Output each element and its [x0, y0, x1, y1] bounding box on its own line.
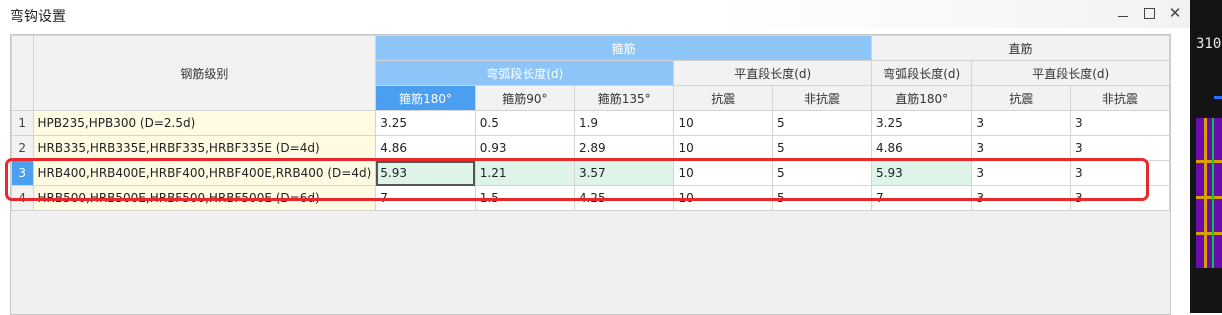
grade-cell[interactable]: HPB235,HPB300 (D=2.5d) [32, 110, 377, 136]
table-row[interactable]: 4 HRB500,HRB500E,HRBF500,HRBF500E (D=6d)… [11, 185, 1170, 211]
nonseismic-cell[interactable]: 5 [772, 110, 872, 136]
header-row-1: 钢筋级别 箍筋 直筋 [11, 35, 1170, 111]
stirrup-flat-header[interactable]: 平直段长度(d) [673, 60, 872, 86]
stirrup-90-cell[interactable]: 0.93 [474, 135, 575, 161]
background-app: 310 [1190, 0, 1222, 313]
stirrup-180-header[interactable]: 箍筋180° [375, 85, 476, 111]
seismic-cell[interactable]: 10 [673, 110, 774, 136]
close-icon: ✕ [1168, 3, 1182, 22]
straight-group-header[interactable]: 直筋 [871, 35, 1170, 61]
hook-settings-dialog: 弯钩设置 ✕ 钢筋级别 箍筋 直筋 弯弧段长度(d) 平直段长度(d) 弯弧段长… [0, 0, 1190, 315]
stirrup-90-cell[interactable]: 1.5 [474, 185, 575, 211]
stirrup-90-header[interactable]: 箍筋90° [474, 85, 575, 111]
stirrup-180-cell[interactable]: 5.93 [375, 160, 476, 186]
background-line [1196, 232, 1222, 235]
seismic-header[interactable]: 抗震 [673, 85, 774, 111]
straight-seismic-cell[interactable]: 3 [971, 185, 1071, 211]
title-bar[interactable]: 弯钩设置 ✕ [0, 0, 1190, 28]
maximize-button[interactable] [1137, 2, 1161, 24]
window-title: 弯钩设置 [10, 9, 66, 25]
minimize-icon [1118, 15, 1128, 17]
background-line [1196, 196, 1222, 199]
grade-header[interactable]: 钢筋级别 [32, 35, 377, 111]
straight-flat-header[interactable]: 平直段长度(d) [971, 60, 1170, 86]
row-number[interactable]: 2 [11, 135, 34, 161]
stirrup-90-cell[interactable]: 1.21 [474, 160, 575, 186]
minimize-button[interactable] [1111, 2, 1135, 24]
straight-180-cell[interactable]: 4.86 [870, 135, 973, 161]
stirrup-135-cell[interactable]: 1.9 [573, 110, 675, 136]
background-line [1212, 118, 1214, 268]
stirrup-135-cell[interactable]: 2.89 [573, 135, 675, 161]
straight-nonseismic-header[interactable]: 非抗震 [1069, 85, 1170, 111]
straight-nonseismic-cell[interactable]: 3 [1069, 185, 1170, 211]
straight-nonseismic-cell[interactable]: 3 [1069, 135, 1170, 161]
stirrup-180-cell[interactable]: 4.86 [375, 135, 476, 161]
stirrup-180-cell[interactable]: 7 [375, 185, 476, 211]
nonseismic-cell[interactable]: 5 [772, 160, 872, 186]
background-line [1204, 118, 1207, 268]
seismic-cell[interactable]: 10 [673, 160, 774, 186]
background-number: 310 [1196, 36, 1222, 52]
grade-cell[interactable]: HRB400,HRB400E,HRBF400,HRBF400E,RRB400 (… [32, 160, 377, 186]
row-number[interactable]: 3 [11, 160, 34, 186]
table-row[interactable]: 2 HRB335,HRB335E,HRBF335,HRBF335E (D=4d)… [11, 135, 1170, 161]
hook-table: 钢筋级别 箍筋 直筋 弯弧段长度(d) 平直段长度(d) 弯弧段长度(d) 平直… [11, 35, 1170, 211]
stirrup-group-header[interactable]: 箍筋 [375, 35, 872, 61]
straight-seismic-cell[interactable]: 3 [971, 135, 1071, 161]
grade-cell[interactable]: HRB500,HRB500E,HRBF500,HRBF500E (D=6d) [32, 185, 377, 211]
background-line [1214, 96, 1222, 99]
seismic-cell[interactable]: 10 [673, 185, 774, 211]
nonseismic-cell[interactable]: 5 [772, 135, 872, 161]
corner-header [11, 35, 34, 111]
maximize-icon [1143, 7, 1155, 19]
stirrup-135-cell[interactable]: 4.25 [573, 185, 675, 211]
stirrup-135-cell[interactable]: 3.57 [573, 160, 675, 186]
straight-180-cell[interactable]: 3.25 [870, 110, 973, 136]
straight-nonseismic-cell[interactable]: 3 [1069, 160, 1170, 186]
stirrup-arc-header[interactable]: 弯弧段长度(d) [375, 60, 675, 86]
background-drawing [1196, 118, 1222, 268]
stirrup-135-header[interactable]: 箍筋135° [573, 85, 675, 111]
table-row-selected[interactable]: 3 HRB400,HRB400E,HRBF400,HRBF400E,RRB400… [11, 160, 1170, 186]
straight-nonseismic-cell[interactable]: 3 [1069, 110, 1170, 136]
row-number[interactable]: 4 [11, 185, 34, 211]
straight-seismic-header[interactable]: 抗震 [971, 85, 1071, 111]
straight-seismic-cell[interactable]: 3 [971, 160, 1071, 186]
straight-180-header[interactable]: 直筋180° [870, 85, 973, 111]
row-number[interactable]: 1 [11, 110, 34, 136]
table-row[interactable]: 1 HPB235,HPB300 (D=2.5d) 3.25 0.5 1.9 10… [11, 110, 1170, 136]
stirrup-90-cell[interactable]: 0.5 [474, 110, 575, 136]
seismic-cell[interactable]: 10 [673, 135, 774, 161]
straight-seismic-cell[interactable]: 3 [971, 110, 1071, 136]
nonseismic-cell[interactable]: 5 [772, 185, 872, 211]
stirrup-180-cell[interactable]: 3.25 [375, 110, 476, 136]
close-button[interactable]: ✕ [1163, 2, 1187, 24]
straight-180-cell[interactable]: 5.93 [870, 160, 973, 186]
hook-settings-grid: 钢筋级别 箍筋 直筋 弯弧段长度(d) 平直段长度(d) 弯弧段长度(d) 平直… [10, 34, 1171, 315]
straight-arc-header[interactable]: 弯弧段长度(d) [870, 60, 973, 86]
straight-180-cell[interactable]: 7 [870, 185, 973, 211]
grade-cell[interactable]: HRB335,HRB335E,HRBF335,HRBF335E (D=4d) [32, 135, 377, 161]
nonseismic-header[interactable]: 非抗震 [772, 85, 872, 111]
background-line [1196, 160, 1222, 163]
